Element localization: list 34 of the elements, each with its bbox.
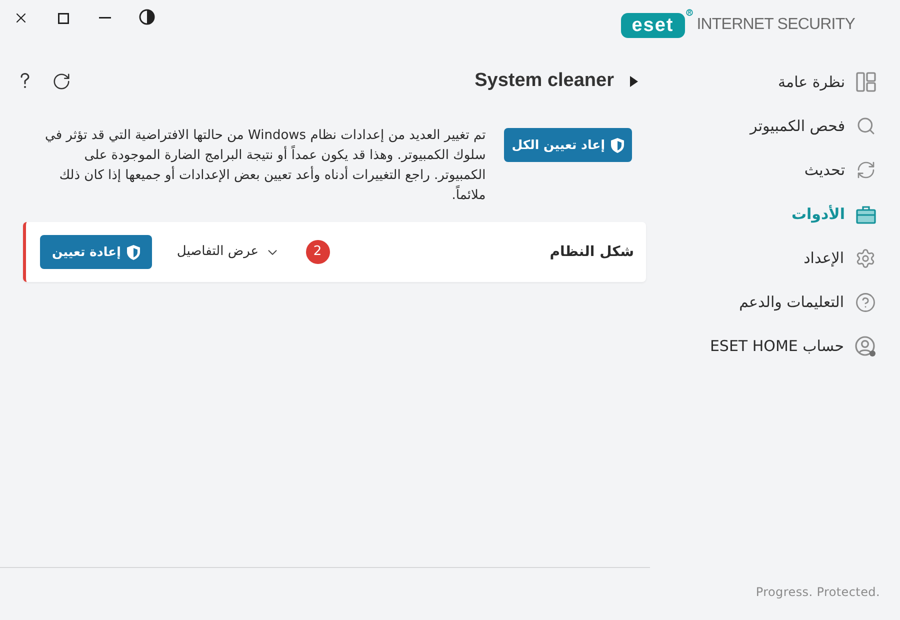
- setting-title: شكل النظام: [550, 242, 634, 262]
- tagline: Progress. Protected.: [756, 584, 880, 601]
- reset-button[interactable]: إعادة تعيين: [40, 235, 152, 269]
- help-icon: [855, 292, 876, 312]
- maximize-icon: [58, 12, 68, 24]
- user-icon: [855, 336, 876, 356]
- refresh-icon: [856, 160, 876, 180]
- sidebar-item[interactable]: الإعداد: [650, 236, 900, 280]
- sidebar-item[interactable]: نظرة عامة: [650, 60, 900, 104]
- help-icon: [20, 73, 30, 89]
- product-name: INTERNET SECURITY: [696, 15, 855, 35]
- layout-icon: [856, 72, 876, 92]
- page-title: System cleaner: [474, 68, 614, 93]
- registered-icon: [686, 8, 693, 16]
- refresh-button[interactable]: [52, 72, 71, 90]
- sidebar-item[interactable]: فحص الكمبيوتر: [650, 104, 900, 148]
- shield-icon: [611, 138, 624, 152]
- triangle-icon: [630, 76, 638, 86]
- sidebar-item[interactable]: التعليمات والدعم: [650, 280, 900, 324]
- shield-icon: [126, 244, 140, 260]
- minimize-icon: [99, 17, 111, 19]
- sidebar-item[interactable]: تحديث: [650, 148, 900, 192]
- settings-icon: [855, 248, 876, 268]
- refresh-icon: [52, 72, 71, 90]
- toolbox-icon: [856, 204, 876, 224]
- help-button[interactable]: [20, 73, 30, 89]
- contrast-icon: [139, 9, 155, 25]
- description-text: تم تغيير العديد من إعدادات نظام Windows من حالتها الافتراضية التي قد تؤثر في سلوك الكمبيوتر. وهذا قد يكون عمداً أو نتيجة البرامج الضارة الموجودة على الكمبيوتر. راجع التغييرات أدناه وأعد تعيين بعض الإعدادات أو جميعها إذا كان ذلك ملائماً.: [44, 127, 486, 205]
- search-icon: [856, 116, 876, 136]
- reset-all-button[interactable]: إعاد تعيين الكل: [504, 128, 632, 162]
- count-badge: 2: [306, 240, 330, 264]
- sidebar-item[interactable]: حساب ESET HOME: [650, 324, 900, 368]
- brand-logo: eset: [620, 12, 685, 38]
- show-details-button[interactable]: عرض التفاصيل: [176, 242, 280, 262]
